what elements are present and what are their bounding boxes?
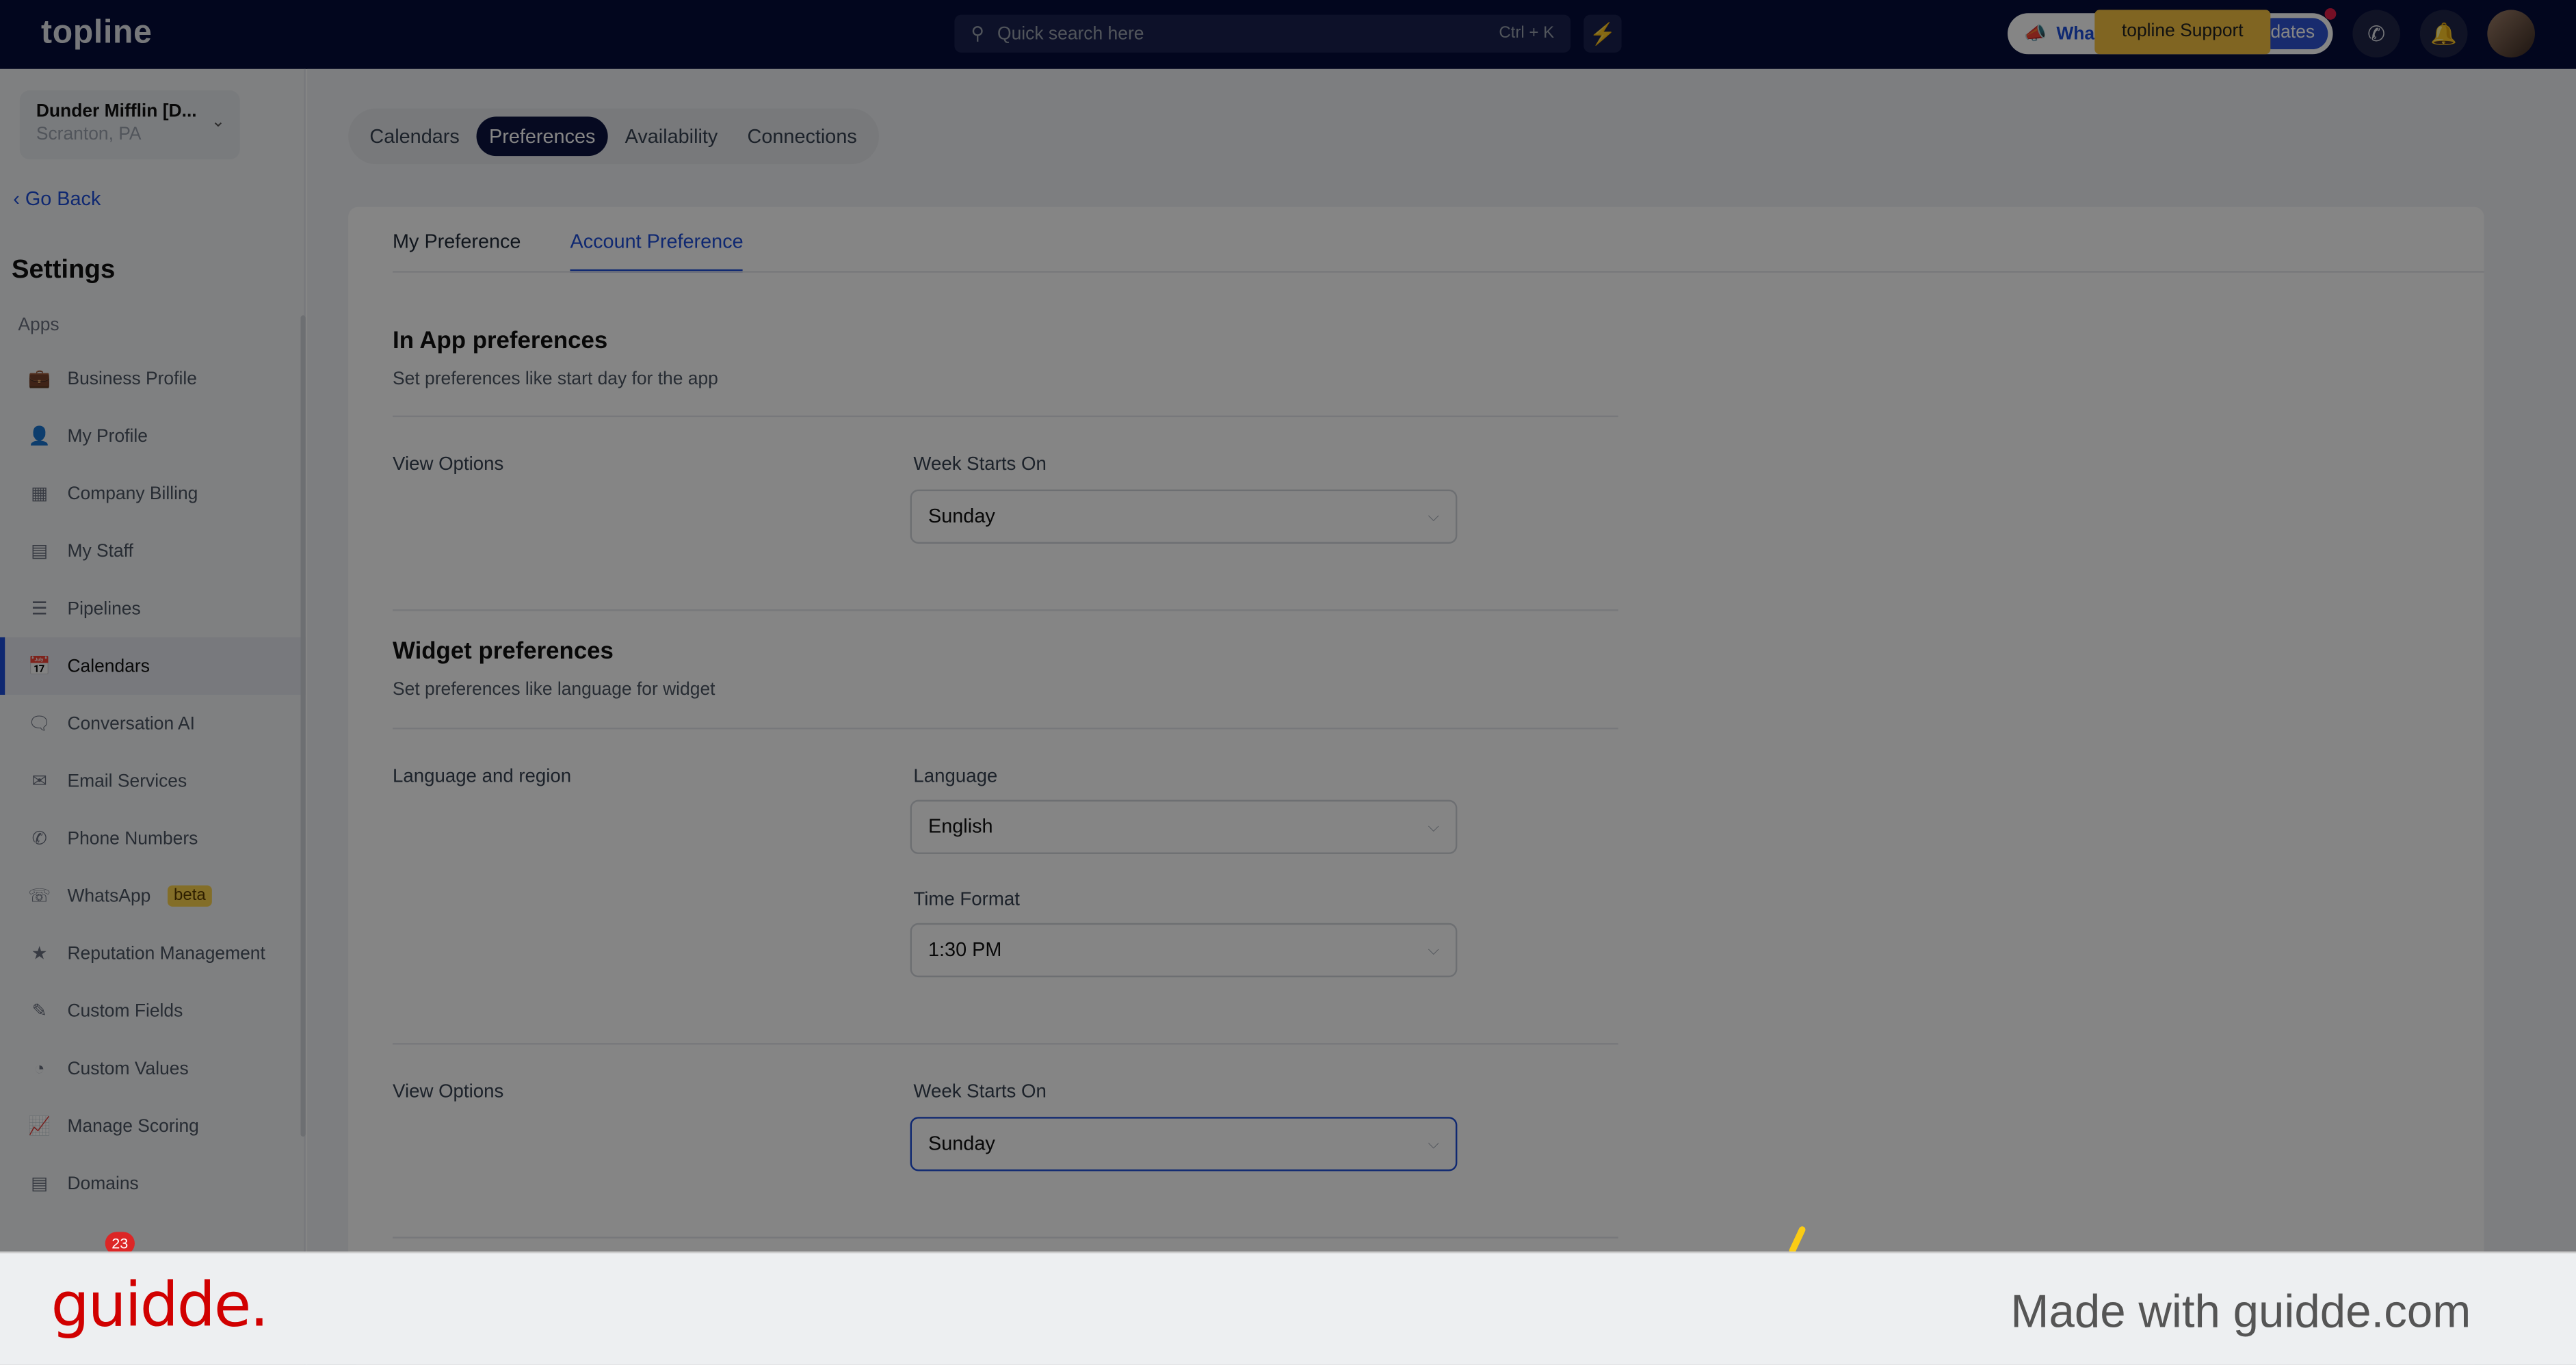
guidde-logo: guidde. [51,1269,269,1340]
made-with-text: Made with guidde.com [2010,1286,2471,1338]
modal-backdrop [0,0,2576,1365]
guidde-footer: guidde. Made with guidde.com [0,1251,2576,1365]
